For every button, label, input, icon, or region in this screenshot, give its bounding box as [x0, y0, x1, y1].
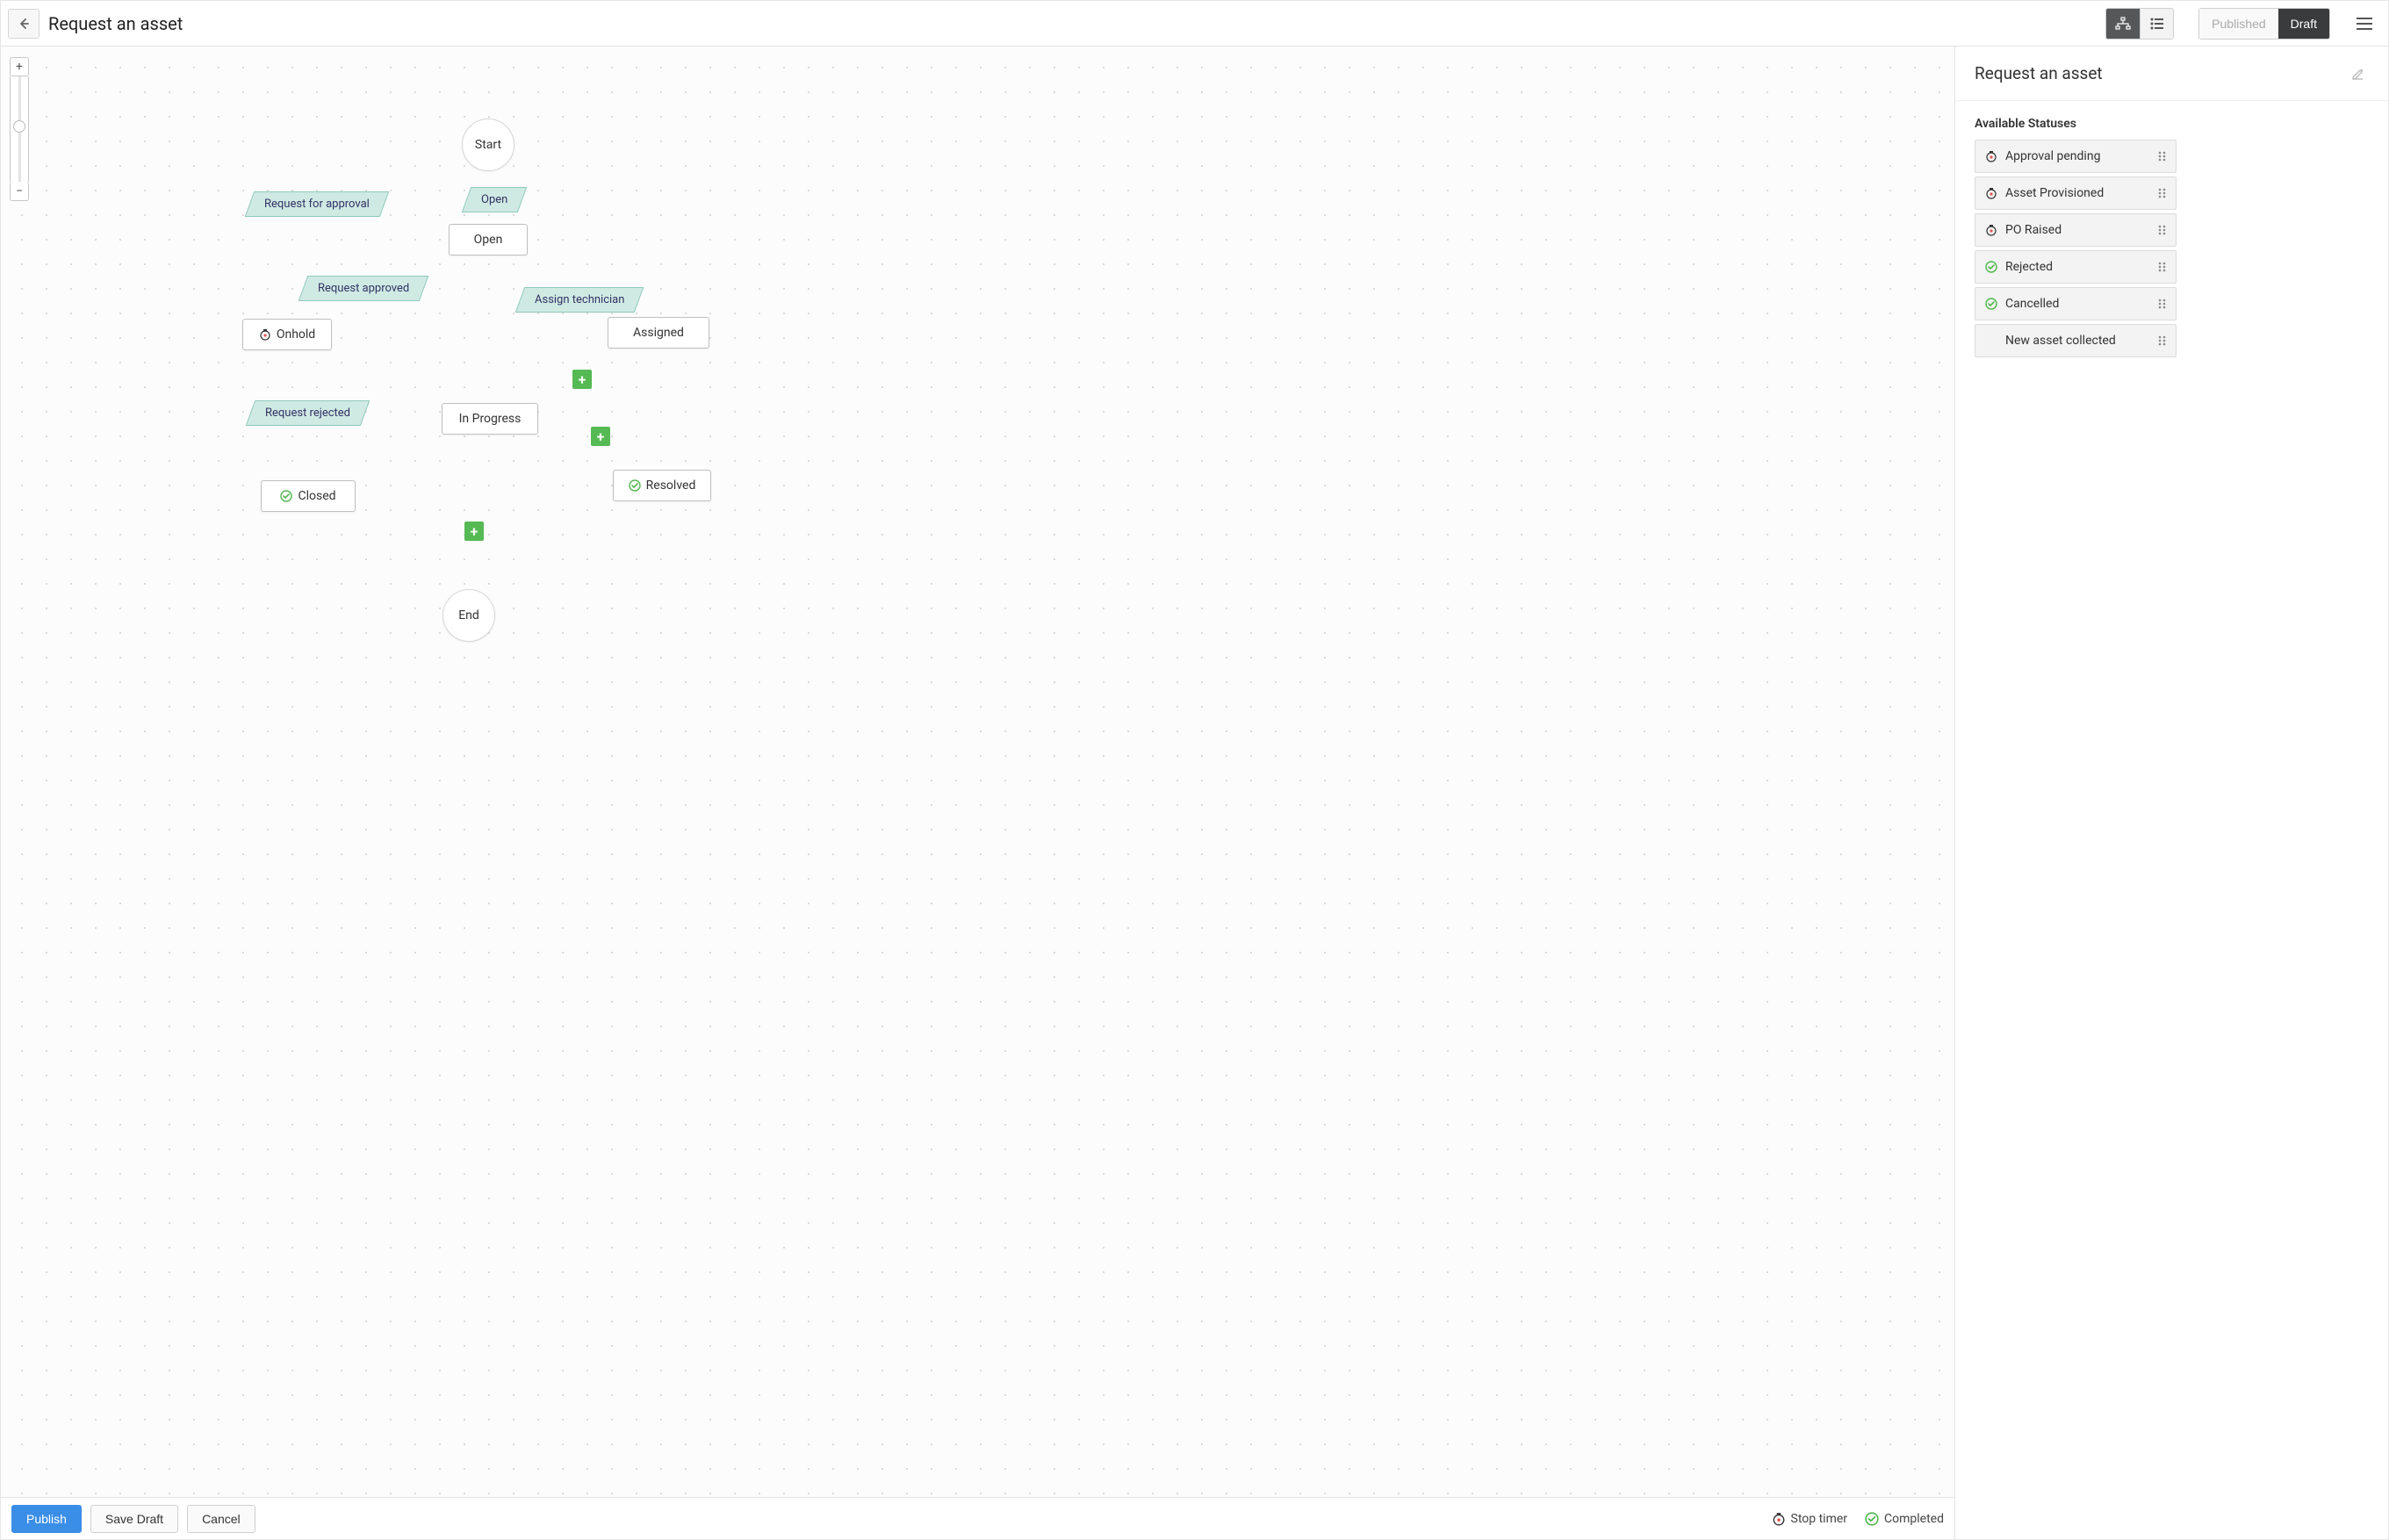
canvas-area: + − [1, 47, 1955, 1539]
completed-icon [1984, 261, 1998, 273]
transition-request-approved[interactable]: Request approved [299, 276, 429, 301]
completed-icon [629, 479, 641, 492]
node-closed[interactable]: Closed [261, 480, 356, 512]
drag-handle-icon[interactable] [2158, 335, 2167, 347]
transition-assign-technician[interactable]: Assign technician [515, 287, 644, 313]
status-label: Rejected [1998, 260, 2158, 274]
arrow-left-icon [17, 17, 31, 31]
node-resolved[interactable]: Resolved [613, 470, 711, 501]
status-item[interactable]: Asset Provisioned [1975, 176, 2177, 210]
zoom-slider[interactable] [10, 76, 29, 182]
side-panel: Request an asset Available Statuses Appr… [1955, 47, 2388, 1539]
published-tab[interactable]: Published [2199, 9, 2278, 39]
legend-completed: Completed [1865, 1512, 1944, 1526]
add-transition-button[interactable]: + [591, 427, 610, 446]
legend: Stop timer Completed [1772, 1512, 1944, 1526]
node-in-progress[interactable]: In Progress [442, 403, 538, 435]
page-title: Request an asset [48, 13, 183, 34]
status-item[interactable]: Rejected [1975, 250, 2177, 284]
side-body: Available Statuses Approval pending Asset… [1955, 101, 2388, 377]
start-label: Start [475, 138, 501, 152]
node-label: In Progress [459, 412, 522, 426]
publish-button[interactable]: Publish [11, 1505, 82, 1533]
stop-timer-icon [1772, 1512, 1786, 1526]
connectors [1, 47, 264, 178]
zoom-handle[interactable] [13, 120, 25, 133]
cancel-button[interactable]: Cancel [187, 1505, 255, 1533]
end-label: End [458, 608, 479, 622]
view-toggle [2105, 8, 2174, 40]
transition-open[interactable]: Open [462, 187, 528, 212]
drag-handle-icon[interactable] [2158, 187, 2167, 199]
bottom-bar: Publish Save Draft Cancel Stop timer [1, 1497, 1954, 1539]
zoom-out-button[interactable]: − [10, 182, 29, 201]
save-draft-button[interactable]: Save Draft [90, 1505, 178, 1533]
status-label: Cancelled [1998, 297, 2158, 311]
side-title: Request an asset [1975, 63, 2348, 83]
zoom-control: + − [10, 57, 29, 201]
node-label: Onhold [277, 327, 315, 342]
list-icon [2150, 18, 2164, 30]
node-label: Open [474, 233, 503, 247]
workflow-diagram: Start Open Request for approval Open [1, 47, 1954, 1497]
status-item[interactable]: Approval pending [1975, 140, 2177, 173]
legend-stop-timer: Stop timer [1772, 1512, 1848, 1526]
stop-timer-icon [259, 328, 271, 341]
status-label: Approval pending [1998, 149, 2158, 163]
node-label: Assigned [633, 326, 684, 340]
node-open[interactable]: Open [449, 224, 528, 255]
node-assigned[interactable]: Assigned [608, 317, 709, 349]
status-label: New asset collected [1998, 334, 2158, 348]
start-node[interactable]: Start [462, 119, 514, 171]
status-item[interactable]: Cancelled [1975, 287, 2177, 320]
app-header: Request an asset Published Draft [1, 1, 2388, 47]
zoom-in-button[interactable]: + [10, 57, 29, 76]
publish-state-toggle: Published Draft [2198, 8, 2330, 40]
drag-handle-icon[interactable] [2158, 150, 2167, 162]
stop-timer-icon [1984, 150, 1998, 162]
edit-icon [2350, 66, 2366, 82]
status-label: Asset Provisioned [1998, 186, 2158, 200]
drag-handle-icon[interactable] [2158, 261, 2167, 273]
list-view-button[interactable] [2140, 9, 2173, 39]
completed-icon [280, 490, 292, 502]
stop-timer-icon [1984, 224, 1998, 236]
drag-handle-icon[interactable] [2158, 298, 2167, 310]
drag-handle-icon[interactable] [2158, 224, 2167, 236]
status-label: PO Raised [1998, 223, 2158, 237]
completed-icon [1865, 1512, 1879, 1526]
section-label: Available Statuses [1975, 117, 2369, 131]
status-list: Approval pending Asset Provisioned PO Rais… [1975, 140, 2369, 357]
stop-timer-icon [1984, 187, 1998, 199]
diagram-icon [2115, 17, 2131, 31]
add-transition-button[interactable]: + [572, 370, 592, 389]
draft-tab[interactable]: Draft [2278, 9, 2329, 39]
node-label: Resolved [646, 479, 696, 493]
menu-button[interactable] [2351, 11, 2378, 37]
node-onhold[interactable]: Onhold [242, 319, 332, 350]
node-label: Closed [298, 489, 335, 503]
back-button[interactable] [8, 9, 40, 39]
status-item[interactable]: PO Raised [1975, 213, 2177, 247]
side-header: Request an asset [1955, 47, 2388, 101]
transition-request-for-approval[interactable]: Request for approval [245, 191, 389, 217]
diagram-canvas[interactable]: + − [1, 47, 1954, 1497]
edit-button[interactable] [2348, 63, 2369, 84]
diagram-view-button[interactable] [2106, 9, 2140, 39]
status-item[interactable]: New asset collected [1975, 324, 2177, 357]
transition-request-rejected[interactable]: Request rejected [246, 400, 371, 426]
completed-icon [1984, 298, 1998, 310]
end-node[interactable]: End [443, 589, 495, 642]
add-transition-button[interactable]: + [464, 522, 484, 541]
